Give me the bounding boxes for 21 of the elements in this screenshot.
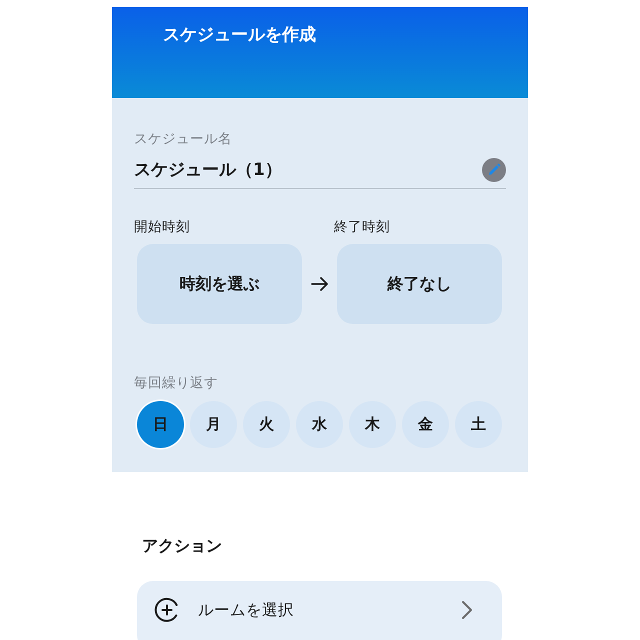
day-toggle[interactable]: 月 bbox=[190, 401, 237, 448]
day-toggle[interactable]: 金 bbox=[402, 401, 449, 448]
day-toggle[interactable]: 木 bbox=[349, 401, 396, 448]
day-toggle[interactable]: 水 bbox=[296, 401, 343, 448]
add-circle-icon bbox=[154, 597, 180, 623]
chevron-right-icon bbox=[461, 600, 473, 620]
end-time-button[interactable]: 終了なし bbox=[337, 244, 502, 324]
repeat-label: 毎回繰り返す bbox=[134, 374, 219, 392]
page-title: スケジュールを作成 bbox=[163, 24, 317, 46]
start-time-button[interactable]: 時刻を選ぶ bbox=[137, 244, 302, 324]
day-toggle[interactable]: 日 bbox=[137, 401, 184, 448]
day-toggle[interactable]: 火 bbox=[243, 401, 290, 448]
end-time-label: 終了時刻 bbox=[334, 218, 391, 236]
section-title: アクション bbox=[142, 535, 223, 557]
name-field[interactable]: スケジュール（1） bbox=[134, 158, 506, 189]
day-toggle[interactable]: 土 bbox=[455, 401, 502, 448]
field-label: スケジュール名 bbox=[134, 130, 233, 148]
edit-pencil-icon[interactable] bbox=[482, 158, 506, 182]
action-row[interactable]: ルームを選択 bbox=[137, 581, 502, 640]
start-time-label: 開始時刻 bbox=[134, 218, 191, 236]
right-arrow-icon bbox=[310, 277, 328, 291]
